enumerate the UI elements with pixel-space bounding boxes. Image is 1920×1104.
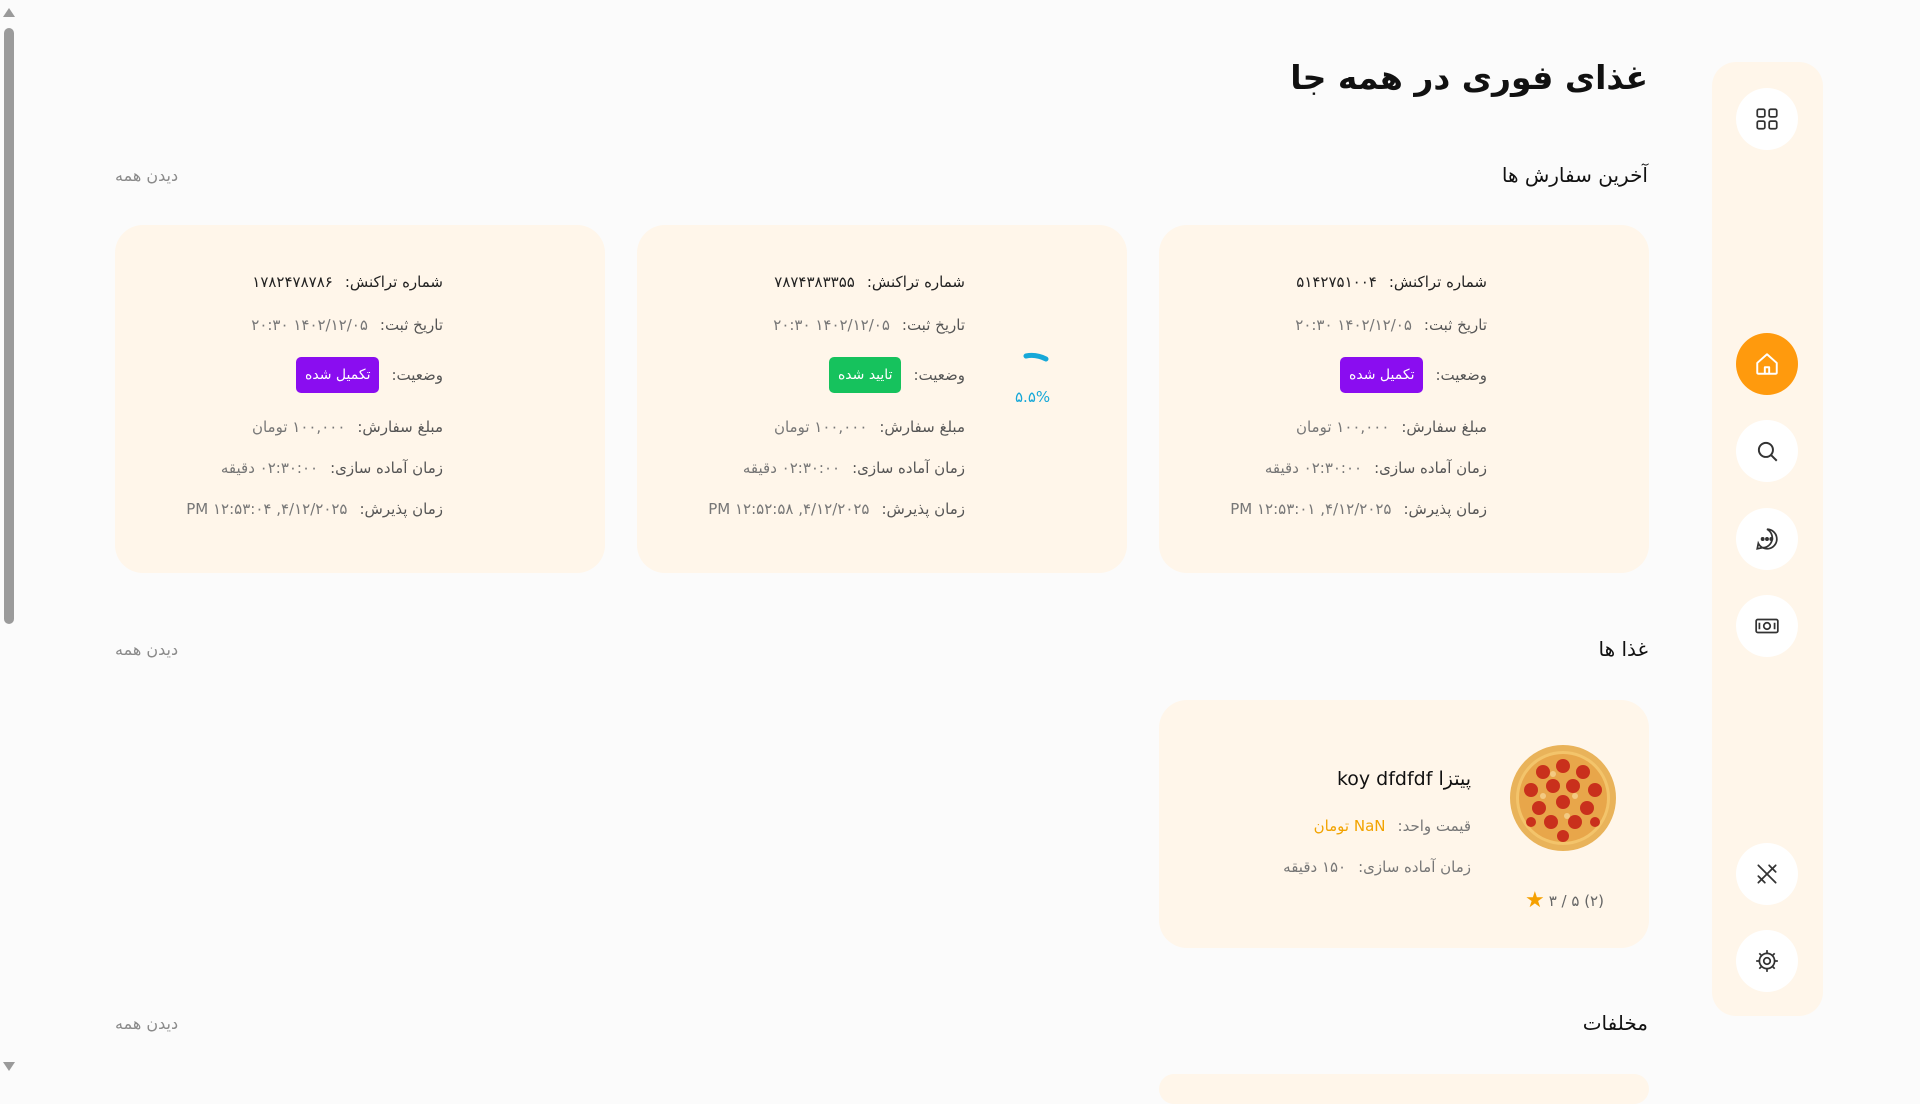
accept-time-label: زمان پذیرش: (881, 500, 966, 518)
order-transaction: شماره تراکنش: ۷۸۷۴۳۸۳۳۵۵ (774, 273, 965, 291)
unit-price-label: قیمت واحد: (1397, 817, 1471, 835)
order-status: وضعیت: تکمیل شده (296, 357, 443, 393)
status-badge: تکمیل شده (296, 357, 380, 393)
order-transaction: شماره تراکنش: ۵۱۴۲۷۵۱۰۰۴ (1296, 273, 1487, 291)
amount-label: مبلغ سفارش: (1401, 418, 1487, 436)
order-amount: مبلغ سفارش: ۱۰۰,۰۰۰ تومان (252, 418, 443, 436)
amount-label: مبلغ سفارش: (357, 418, 443, 436)
status-label: وضعیت: (1435, 365, 1487, 384)
status-badge: تایید شده (828, 357, 902, 393)
grid-icon (1756, 108, 1778, 130)
order-date: تاریخ ثبت: ۱۴۰۲/۱۲/۰۵ ۲۰:۳۰ (773, 316, 965, 334)
order-prep-time: زمان آماده سازی: ۰۲:۳۰:۰۰ دقیقه (1265, 459, 1487, 477)
status-label: وضعیت: (391, 365, 443, 384)
food-name: پیتزا koy dfdfdf (1336, 768, 1471, 790)
transaction-value: ۷۸۷۴۳۸۳۳۵۵ (774, 273, 855, 291)
transaction-value: ۱۷۸۲۴۷۸۷۸۶ (252, 273, 333, 291)
utensils-icon (1757, 864, 1777, 884)
section-title-foods: غذا ها (1598, 637, 1648, 661)
settings-icon (1756, 950, 1778, 972)
pizza-image (1510, 745, 1616, 851)
prep-time-label: زمان آماده سازی: (1374, 459, 1487, 477)
food-rating: ★ ۳ / ۵ (۲) (1525, 888, 1604, 913)
transaction-label: شماره تراکنش: (344, 273, 443, 291)
transaction-value: ۵۱۴۲۷۵۱۰۰۴ (1296, 273, 1377, 291)
order-status: وضعیت: تکمیل شده (1340, 357, 1487, 393)
scroll-thumb[interactable] (4, 28, 14, 624)
page-title: غذای فوری در همه جا (1290, 58, 1648, 97)
scroll-down-arrow-icon[interactable] (3, 1062, 15, 1071)
sidebar-item-messages[interactable] (1736, 508, 1798, 570)
sidebar-item-dashboard[interactable] (1736, 88, 1798, 150)
sidebar-item-search[interactable] (1736, 420, 1798, 482)
home-icon (1756, 353, 1778, 375)
order-card[interactable]: شماره تراکنش: ۵۱۴۲۷۵۱۰۰۴ تاریخ ثبت: ۱۴۰۲/۱… (1159, 225, 1649, 573)
amount-value: ۱۰۰,۰۰۰ تومان (1295, 418, 1390, 436)
transaction-label: شماره تراکنش: (1388, 273, 1487, 291)
scroll-up-arrow-icon[interactable] (3, 8, 15, 17)
order-transaction: شماره تراکنش: ۱۷۸۲۴۷۸۷۸۶ (252, 273, 443, 291)
order-prep-time: زمان آماده سازی: ۰۲:۳۰:۰۰ دقیقه (221, 459, 443, 477)
sidebar-item-payments[interactable] (1736, 595, 1798, 657)
order-prep-time: زمان آماده سازی: ۰۲:۳۰:۰۰ دقیقه (743, 459, 965, 477)
food-unit-price: قیمت واحد: NaN تومان (1314, 817, 1471, 835)
progress-spinner-icon (1023, 352, 1049, 362)
order-accept-time: زمان پذیرش: ۴/۱۲/۲۰۲۵, ۱۲:۵۲:۵۸ PM (708, 500, 965, 518)
date-value: ۱۴۰۲/۱۲/۰۵ ۲۰:۳۰ (1295, 316, 1412, 334)
order-card[interactable]: شماره تراکنش: ۷۸۷۴۳۸۳۳۵۵ تاریخ ثبت: ۱۴۰۲/۱… (637, 225, 1127, 573)
status-badge: تکمیل شده (1340, 357, 1424, 393)
sidebar-item-foods[interactable] (1736, 843, 1798, 905)
rating-value: ۳ / ۵ (۲) (1548, 891, 1604, 910)
prep-time-value: ۰۲:۳۰:۰۰ دقیقه (1264, 459, 1363, 477)
food-prep-time: زمان آماده سازی: ۱۵۰ دقیقه (1283, 858, 1471, 876)
prep-time-value: ۰۲:۳۰:۰۰ دقیقه (220, 459, 319, 477)
sidebar-item-settings[interactable] (1736, 930, 1798, 992)
date-value: ۱۴۰۲/۱۲/۰۵ ۲۰:۳۰ (773, 316, 890, 334)
order-accept-time: زمان پذیرش: ۴/۱۲/۲۰۲۵, ۱۲:۵۳:۰۴ PM (186, 500, 443, 518)
prep-time-label: زمان آماده سازی: (330, 459, 443, 477)
sidebar-item-home[interactable] (1736, 333, 1798, 395)
order-accept-time: زمان پذیرش: ۴/۱۲/۲۰۲۵, ۱۲:۵۳:۰۱ PM (1230, 500, 1487, 518)
page-scrollbar[interactable] (0, 0, 18, 1080)
progress-percent: ۵.۵% (1015, 388, 1051, 406)
accept-time-value: ۴/۱۲/۲۰۲۵, ۱۲:۵۳:۰۱ PM (1230, 500, 1392, 518)
accept-time-label: زمان پذیرش: (359, 500, 444, 518)
search-icon (1757, 441, 1778, 462)
amount-label: مبلغ سفارش: (879, 418, 965, 436)
food-prep-value: ۱۵۰ دقیقه (1283, 858, 1347, 876)
see-all-foods-link[interactable]: دیدن همه (115, 640, 178, 659)
order-amount: مبلغ سفارش: ۱۰۰,۰۰۰ تومان (1296, 418, 1487, 436)
date-label: تاریخ ثبت: (1423, 316, 1487, 334)
order-card[interactable]: شماره تراکنش: ۱۷۸۲۴۷۸۷۸۶ تاریخ ثبت: ۱۴۰۲/۱… (115, 225, 605, 573)
date-label: تاریخ ثبت: (379, 316, 443, 334)
sidebar-nav (1712, 62, 1823, 1016)
prep-time-value: ۰۲:۳۰:۰۰ دقیقه (742, 459, 841, 477)
accept-time-value: ۴/۱۲/۲۰۲۵, ۱۲:۵۲:۵۸ PM (708, 500, 870, 518)
order-amount: مبلغ سفارش: ۱۰۰,۰۰۰ تومان (774, 418, 965, 436)
star-icon: ★ (1525, 888, 1545, 913)
extra-card[interactable] (1159, 1074, 1649, 1104)
accept-time-value: ۴/۱۲/۲۰۲۵, ۱۲:۵۳:۰۴ PM (186, 500, 348, 518)
order-date: تاریخ ثبت: ۱۴۰۲/۱۲/۰۵ ۲۰:۳۰ (1295, 316, 1487, 334)
prep-time-label: زمان آماده سازی: (852, 459, 965, 477)
see-all-orders-link[interactable]: دیدن همه (115, 166, 178, 185)
see-all-extras-link[interactable]: دیدن همه (115, 1014, 178, 1033)
order-date: تاریخ ثبت: ۱۴۰۲/۱۲/۰۵ ۲۰:۳۰ (251, 316, 443, 334)
chat-icon (1756, 528, 1778, 550)
food-prep-label: زمان آماده سازی: (1358, 858, 1471, 876)
transaction-label: شماره تراکنش: (866, 273, 965, 291)
amount-value: ۱۰۰,۰۰۰ تومان (773, 418, 868, 436)
unit-price-value: NaN تومان (1313, 817, 1386, 835)
date-label: تاریخ ثبت: (901, 316, 965, 334)
date-value: ۱۴۰۲/۱۲/۰۵ ۲۰:۳۰ (251, 316, 368, 334)
section-title-orders: آخرین سفارش ها (1501, 163, 1648, 187)
section-title-extras: مخلفات (1582, 1011, 1648, 1035)
order-status: وضعیت: تایید شده (828, 357, 965, 393)
accept-time-label: زمان پذیرش: (1403, 500, 1488, 518)
amount-value: ۱۰۰,۰۰۰ تومان (251, 418, 346, 436)
money-icon (1755, 618, 1779, 634)
food-card[interactable]: پیتزا koy dfdfdf قیمت واحد: NaN تومان زما… (1159, 700, 1649, 948)
status-label: وضعیت: (913, 365, 965, 384)
